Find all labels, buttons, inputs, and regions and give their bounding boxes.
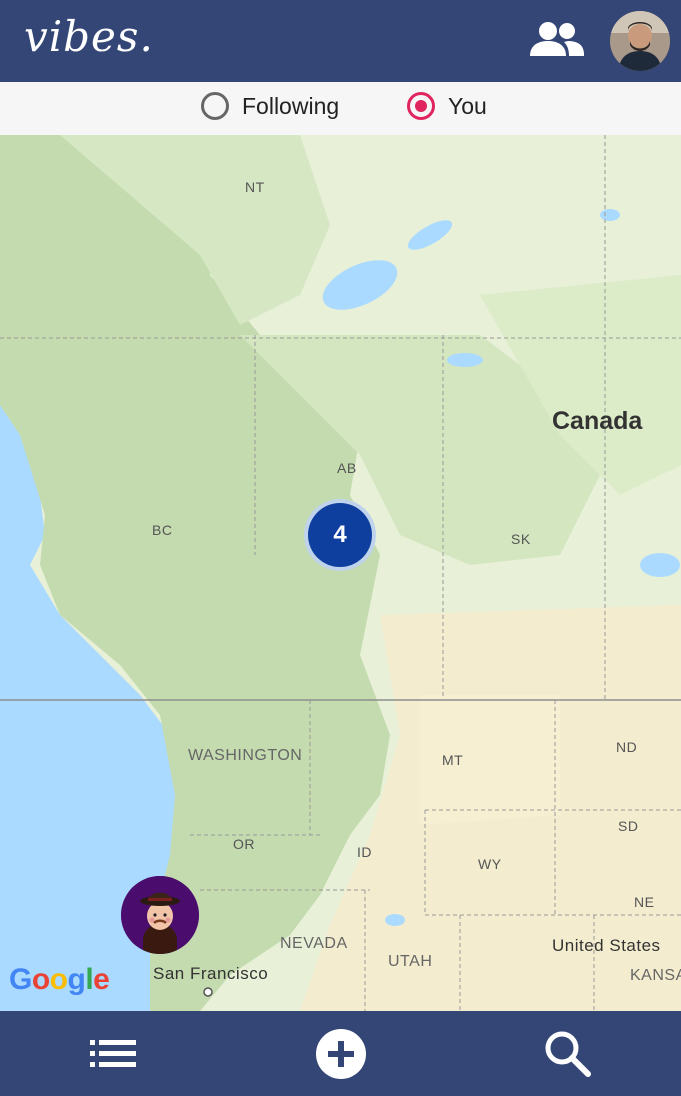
bottom-navigation — [0, 1011, 681, 1096]
you-radio-circle[interactable] — [407, 92, 435, 120]
map-label-mt: MT — [442, 752, 464, 768]
following-radio[interactable]: Following — [201, 92, 339, 120]
add-icon[interactable] — [316, 1029, 366, 1079]
map-label-kansas: KANSA — [630, 967, 681, 984]
map-label-san-francisco: San Francisco — [153, 964, 269, 983]
app-logo: vibes. — [24, 12, 154, 61]
user-avatar[interactable] — [610, 11, 670, 71]
map-label-or: OR — [233, 836, 255, 852]
map-label-nevada: NEVADA — [280, 935, 348, 952]
map-label-canada: Canada — [552, 407, 643, 435]
post-cluster-marker[interactable]: 4 — [304, 499, 376, 571]
map-view[interactable]: NT Canada AB BC SK WASHINGTON MT ND OR I… — [0, 135, 681, 1011]
map-label-nd: ND — [616, 739, 638, 755]
map-label-utah: UTAH — [388, 953, 433, 970]
map-label-washington: WASHINGTON — [188, 747, 303, 764]
people-icon[interactable] — [528, 20, 586, 60]
search-icon[interactable] — [543, 1029, 593, 1079]
detective-avatar-icon — [121, 876, 199, 954]
map-label-united-states: United States — [552, 936, 661, 955]
user-post-marker[interactable] — [121, 876, 199, 954]
list-icon[interactable] — [88, 1029, 138, 1079]
map-terrain — [0, 135, 681, 1011]
map-label-nt: NT — [245, 179, 265, 195]
map-label-wy: WY — [478, 856, 502, 872]
google-attribution: Google — [9, 963, 110, 996]
map-label-id: ID — [357, 844, 372, 860]
following-radio-circle[interactable] — [201, 92, 229, 120]
feed-toggle: Following You — [0, 82, 681, 135]
map-label-ne: NE — [634, 894, 655, 910]
map-label-ab: AB — [337, 460, 357, 476]
map-label-bc: BC — [152, 522, 173, 538]
cluster-count: 4 — [308, 503, 372, 567]
map-label-sd: SD — [618, 818, 639, 834]
you-radio[interactable]: You — [407, 92, 487, 120]
you-label: You — [448, 92, 487, 119]
map-label-sk: SK — [511, 531, 531, 547]
following-label: Following — [242, 92, 340, 119]
app-header: vibes. — [0, 0, 681, 82]
